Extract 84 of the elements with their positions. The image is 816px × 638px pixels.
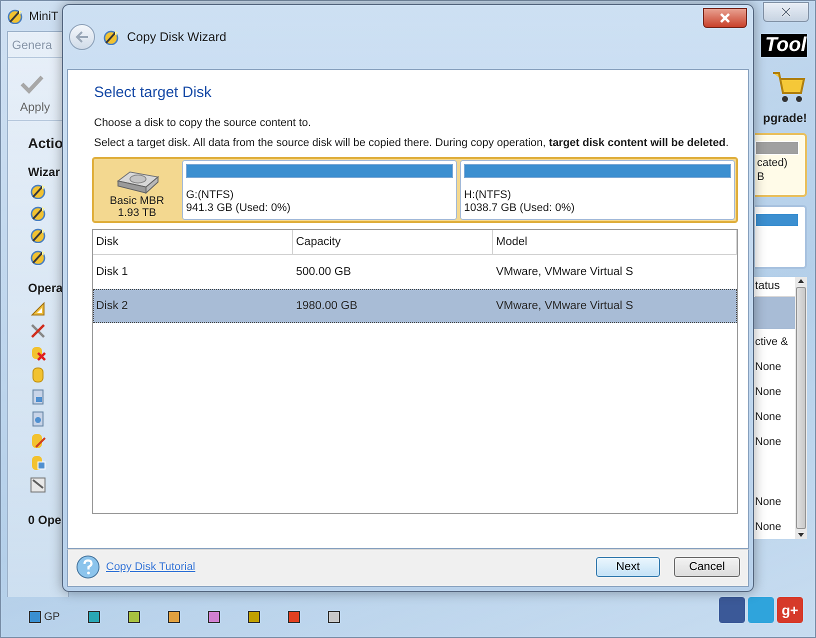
partition-block[interactable]: G:(NTFS) 941.3 GB (Used: 0%) [182, 160, 457, 220]
page-heading: Select target Disk [94, 84, 213, 101]
up-arrow-icon[interactable] [797, 277, 805, 285]
crossed-tools-icon [30, 323, 46, 339]
table-cell-text: 1980.00 GB [295, 299, 358, 314]
close-icon [720, 13, 730, 23]
close-button[interactable] [703, 8, 747, 28]
disk-label-icon [30, 477, 46, 493]
table-row[interactable]: None [751, 514, 795, 539]
partition-name: G:(NTFS) [186, 189, 235, 202]
document-icon [30, 389, 46, 405]
disk-card[interactable] [755, 205, 807, 269]
table-row[interactable]: None [751, 404, 795, 429]
cylinder-icon [30, 367, 46, 383]
next-button[interactable]: Next [596, 557, 660, 577]
google-plus-link[interactable]: g+ [777, 597, 803, 623]
table-cell: None [755, 436, 782, 448]
back-button[interactable] [69, 24, 95, 50]
table-row[interactable]: ctive & [751, 329, 795, 354]
hard-drive-icon [114, 169, 160, 195]
back-arrow-icon [75, 31, 89, 43]
logo: Tool [761, 34, 807, 57]
partition-details: 941.3 GB (Used: 0%) [186, 202, 292, 215]
cylinder-cross-icon [30, 345, 46, 361]
partition-bar [755, 141, 799, 155]
disk-card[interactable]: cated) B [755, 133, 807, 197]
partition-details: 1038.7 GB (Used: 0%) [464, 202, 576, 215]
document-icon [30, 411, 46, 427]
down-arrow-icon[interactable] [797, 531, 805, 539]
disk-card-text: B [756, 171, 766, 183]
disk-map[interactable]: Basic MBR 1.93 TB G:(NTFS) 941.3 GB (Used: 0%) H:(NTFS) 1038.7 GB (Used: 0%) [92, 157, 738, 223]
table-cell-text: VMware, VMware Virtual S [495, 299, 634, 314]
group-heading: Opera [28, 281, 64, 295]
partition-bar [755, 213, 799, 227]
column-header[interactable]: Disk [93, 230, 293, 255]
table-cell: None [755, 360, 782, 372]
partition-name: H:(NTFS) [464, 189, 512, 202]
table-cell: None [755, 410, 782, 422]
legend-label: GP [44, 611, 60, 623]
magic-disk-icon [30, 205, 46, 221]
dialog-title: Copy Disk Wizard [127, 30, 226, 44]
cart-icon [771, 69, 807, 105]
cancel-button[interactable]: Cancel [674, 557, 740, 577]
table-row[interactable]: Disk 2 1980.00 GB VMware, VMware Virtual S [93, 289, 737, 323]
table-cell-text: 500.00 GB [295, 265, 352, 280]
table-cell-text: VMware, VMware Virtual S [495, 265, 634, 280]
checkmark-icon [20, 74, 44, 94]
table-row[interactable]: None [751, 354, 795, 379]
wizard-icon [103, 29, 119, 45]
magic-disk-icon [30, 249, 46, 265]
instruction-text: Choose a disk to copy the source content to. [94, 117, 312, 129]
tutorial-link[interactable]: Copy Disk Tutorial [106, 561, 196, 573]
table-row[interactable] [751, 297, 795, 329]
cylinder-grid-icon [30, 455, 46, 471]
group-heading: Wizar [28, 165, 61, 179]
app-icon [7, 8, 23, 24]
partition-block[interactable]: H:(NTFS) 1038.7 GB (Used: 0%) [460, 160, 735, 220]
scrollbar[interactable] [795, 277, 807, 539]
table-cell: ctive & [755, 336, 788, 348]
disk-card-text: cated) [756, 157, 789, 169]
window-title: MiniT [29, 9, 58, 23]
triangle-ruler-icon [30, 301, 46, 317]
upgrade-link[interactable]: pgrade! [762, 111, 807, 125]
table-row[interactable]: Disk 1 500.00 GB VMware, VMware Virtual S [93, 255, 737, 289]
table-cell: None [755, 386, 782, 398]
table-row[interactable]: None [751, 379, 795, 404]
table-cell: None [755, 520, 782, 532]
warning-text: Select a target disk. All data from the source disk will be copied there. During copy operation, target disk content will be deleted. [94, 137, 730, 149]
column-header[interactable]: Model [493, 230, 737, 255]
magic-disk-icon [30, 227, 46, 243]
table-cell: None [755, 496, 782, 508]
close-icon [781, 7, 791, 17]
help-icon[interactable] [76, 555, 100, 579]
section-heading: Actio [28, 135, 64, 151]
cylinder-pencil-icon [30, 433, 46, 449]
column-header[interactable]: Capacity [293, 230, 493, 255]
magic-disk-icon [30, 183, 46, 199]
pending-operations: 0 Ope [28, 513, 62, 527]
disk-size: 1.93 TB [118, 207, 156, 219]
disk-type: Basic MBR [110, 195, 164, 207]
table-row[interactable]: None [751, 429, 795, 454]
table-cell-text: Disk 1 [95, 265, 129, 280]
table-cell-text: Disk 2 [95, 299, 129, 314]
table-row[interactable]: None [751, 489, 795, 514]
